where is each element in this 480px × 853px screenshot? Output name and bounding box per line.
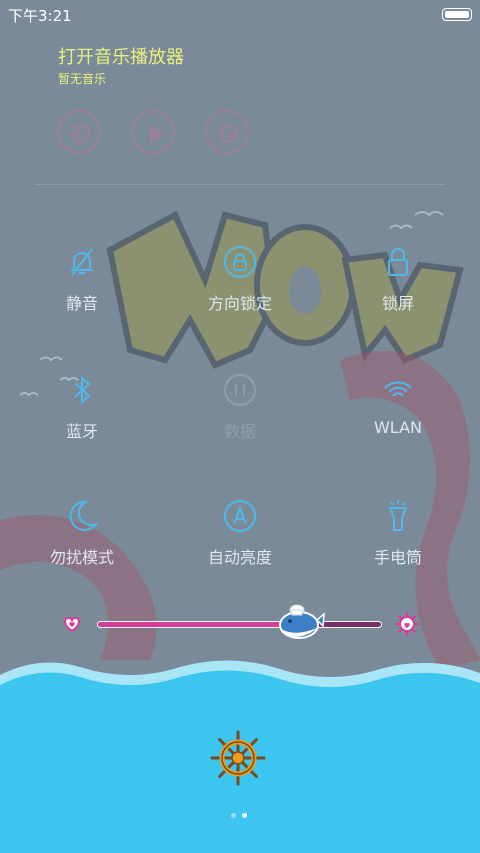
auto-brightness-icon — [224, 500, 256, 532]
play-button[interactable] — [131, 110, 175, 154]
wifi-icon — [384, 381, 412, 397]
music-player-subtitle: 暂无音乐 — [58, 72, 107, 86]
sun-heart-icon — [395, 612, 419, 636]
toggle-mobile-data[interactable]: 数据 — [170, 370, 310, 470]
toggle-label: 手电筒 — [373, 548, 422, 567]
flashlight-icon — [388, 500, 408, 531]
bluetooth-icon — [74, 375, 91, 405]
moon-icon — [69, 500, 99, 531]
toggle-label: 数据 — [223, 422, 256, 441]
mobile-data-icon — [224, 374, 256, 406]
toggle-label: 锁屏 — [381, 294, 414, 313]
toggle-rotation-lock[interactable]: 方向锁定 — [170, 242, 310, 342]
lock-icon — [388, 248, 408, 276]
next-icon — [219, 124, 239, 144]
battery-icon — [442, 8, 472, 21]
toggle-flashlight[interactable]: 手电筒 — [328, 496, 468, 596]
toggle-label: WLAN — [373, 418, 422, 437]
whale-icon[interactable] — [277, 596, 326, 640]
page-dot-active[interactable] — [242, 813, 247, 818]
toggle-label: 静音 — [65, 294, 98, 313]
previous-icon — [71, 124, 91, 144]
toggle-label: 方向锁定 — [207, 294, 272, 313]
page-dot[interactable] — [231, 813, 236, 818]
previous-button[interactable] — [57, 110, 101, 154]
toggle-bluetooth[interactable]: 蓝牙 — [12, 370, 152, 470]
mute-bell-icon — [71, 248, 93, 276]
status-bar: 下午3:21 — [0, 0, 480, 28]
brightness-slider-fill — [98, 622, 302, 627]
status-time: 下午3:21 — [8, 7, 72, 25]
toggle-label: 自动亮度 — [207, 548, 272, 567]
heart-icon — [64, 616, 80, 633]
toggle-do-not-disturb[interactable]: 勿扰模式 — [12, 496, 152, 596]
next-button[interactable] — [205, 110, 249, 154]
toggle-label: 勿扰模式 — [49, 548, 114, 567]
music-player-title[interactable]: 打开音乐播放器 — [58, 43, 184, 69]
toggle-mute[interactable]: 静音 — [12, 242, 152, 342]
toggle-wlan[interactable]: WLAN — [328, 370, 468, 470]
brightness-slider[interactable] — [97, 621, 382, 628]
ship-wheel-icon[interactable] — [208, 728, 268, 788]
play-icon — [150, 125, 164, 143]
toggle-label: 蓝牙 — [65, 422, 98, 441]
toggle-auto-brightness[interactable]: 自动亮度 — [170, 496, 310, 596]
toggle-lock-screen[interactable]: 锁屏 — [328, 242, 468, 342]
divider — [35, 184, 445, 185]
rotation-lock-icon — [224, 246, 256, 278]
page-indicator — [228, 813, 252, 819]
